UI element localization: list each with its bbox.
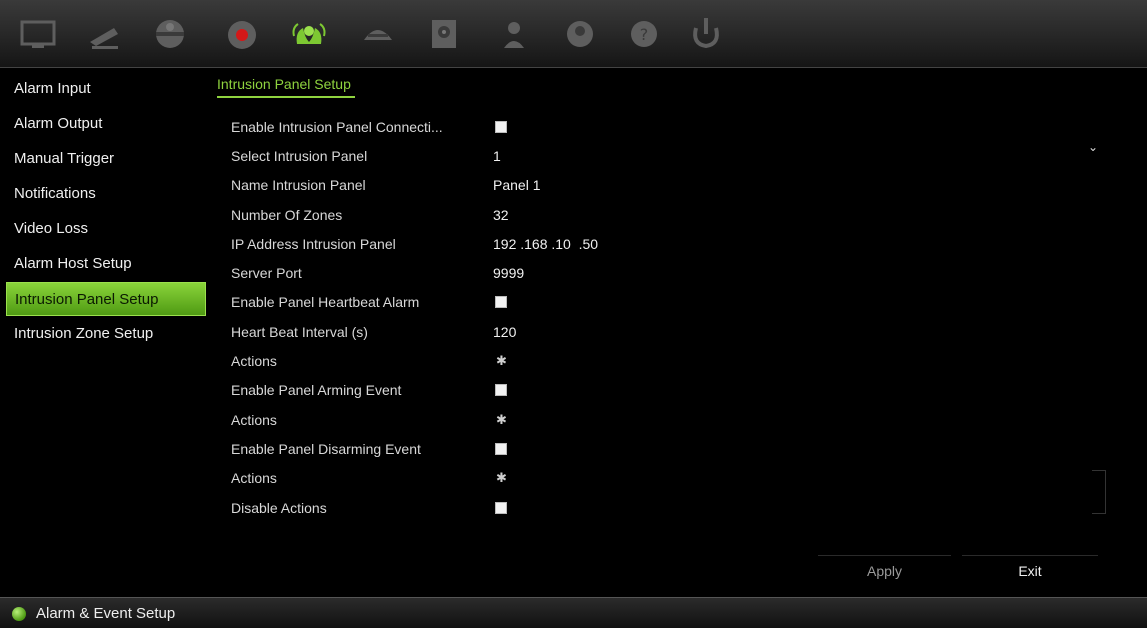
monitor-icon[interactable] (18, 14, 58, 54)
setting-row-disarming-actions: Actions ✱ (231, 464, 598, 493)
select-panel-dropdown[interactable]: 1 (493, 148, 501, 164)
status-bar: Alarm & Event Setup (0, 597, 1147, 628)
apply-button[interactable]: Apply (818, 555, 951, 587)
setting-label: Number Of Zones (231, 206, 343, 223)
setting-label: IP Address Intrusion Panel (231, 235, 396, 252)
setting-row-heartbeat-interval: Heart Beat Interval (s) 120 (231, 317, 598, 346)
sidebar-item-notifications[interactable]: Notifications (6, 177, 206, 211)
camera-icon[interactable] (84, 14, 124, 54)
setting-label: Heart Beat Interval (s) (231, 323, 368, 340)
setting-row-enable-connection: Enable Intrusion Panel Connecti... (231, 112, 598, 141)
status-dot-icon (12, 607, 26, 621)
setting-label: Select Intrusion Panel (231, 147, 368, 164)
setting-label: Actions (231, 411, 277, 428)
status-text: Alarm & Event Setup (36, 605, 176, 622)
setting-label: Name Intrusion Panel (231, 177, 366, 194)
setting-row-name-panel: Name Intrusion Panel Panel 1 (231, 171, 598, 200)
ptz-dome-icon[interactable] (150, 14, 190, 54)
server-port-field[interactable]: 9999 (493, 265, 524, 281)
arming-event-checkbox[interactable] (495, 384, 507, 397)
gear-icon[interactable]: ✱ (496, 353, 507, 369)
setting-label: Enable Panel Heartbeat Alarm (231, 294, 420, 311)
alarm-icon[interactable] (289, 14, 329, 54)
setting-row-disable-actions: Disable Actions (231, 493, 598, 522)
setting-label: Server Port (231, 265, 302, 282)
setting-row-ip-address: IP Address Intrusion Panel 192 .168 .10 … (231, 229, 598, 258)
setting-row-disarming-event: Enable Panel Disarming Event (231, 434, 598, 463)
sidebar-item-intrusion-panel-setup[interactable]: Intrusion Panel Setup (6, 282, 206, 316)
setting-label: Enable Intrusion Panel Connecti... (231, 118, 443, 135)
setting-row-number-zones: Number Of Zones 32 (231, 200, 598, 229)
network-icon[interactable] (358, 14, 398, 54)
number-zones-field[interactable]: 32 (493, 207, 509, 223)
main-toolbar: ? (0, 0, 1147, 68)
record-icon[interactable] (222, 14, 262, 54)
power-icon[interactable] (686, 14, 726, 54)
scroll-frame (1092, 470, 1106, 514)
sidebar-item-intrusion-zone-setup[interactable]: Intrusion Zone Setup (6, 317, 206, 351)
setting-row-select-panel: Select Intrusion Panel 1 (231, 141, 598, 170)
setting-label: Actions (231, 353, 277, 370)
setting-row-arming-actions: Actions ✱ (231, 405, 598, 434)
setting-label: Actions (231, 470, 277, 487)
ip-address-field[interactable]: 192 .168 .10 .50 (493, 236, 598, 252)
enable-connection-checkbox[interactable] (495, 120, 507, 133)
sidebar-item-alarm-input[interactable]: Alarm Input (6, 72, 206, 106)
sidebar-menu: Alarm Input Alarm Output Manual Trigger … (6, 72, 206, 352)
device-icon[interactable] (560, 14, 600, 54)
gear-icon[interactable]: ✱ (496, 470, 507, 486)
heartbeat-alarm-checkbox[interactable] (495, 296, 507, 309)
setting-label: Enable Panel Arming Event (231, 382, 402, 399)
settings-form: Enable Intrusion Panel Connecti... Selec… (231, 112, 598, 522)
setting-row-server-port: Server Port 9999 (231, 258, 598, 287)
gear-icon[interactable]: ✱ (496, 412, 507, 428)
page-title[interactable]: Intrusion Panel Setup (217, 76, 355, 98)
sidebar-item-alarm-host-setup[interactable]: Alarm Host Setup (6, 247, 206, 281)
chevron-down-icon[interactable]: ⌄ (1088, 140, 1098, 154)
setting-row-heartbeat-alarm: Enable Panel Heartbeat Alarm (231, 288, 598, 317)
setting-row-arming-event: Enable Panel Arming Event (231, 376, 598, 405)
heartbeat-interval-field[interactable]: 120 (493, 324, 516, 340)
exit-button[interactable]: Exit (962, 555, 1098, 587)
panel-name-field[interactable]: Panel 1 (493, 177, 540, 193)
user-icon[interactable] (494, 14, 534, 54)
sidebar-item-alarm-output[interactable]: Alarm Output (6, 107, 206, 141)
storage-icon[interactable] (424, 14, 464, 54)
setting-label: Enable Panel Disarming Event (231, 440, 421, 457)
help-icon[interactable]: ? (624, 14, 664, 54)
disarming-event-checkbox[interactable] (495, 442, 507, 455)
sidebar-item-video-loss[interactable]: Video Loss (6, 212, 206, 246)
setting-label: Disable Actions (231, 499, 327, 516)
disable-actions-checkbox[interactable] (495, 501, 507, 514)
sidebar-item-manual-trigger[interactable]: Manual Trigger (6, 142, 206, 176)
setting-row-heartbeat-actions: Actions ✱ (231, 346, 598, 375)
svg-text:?: ? (640, 25, 649, 44)
